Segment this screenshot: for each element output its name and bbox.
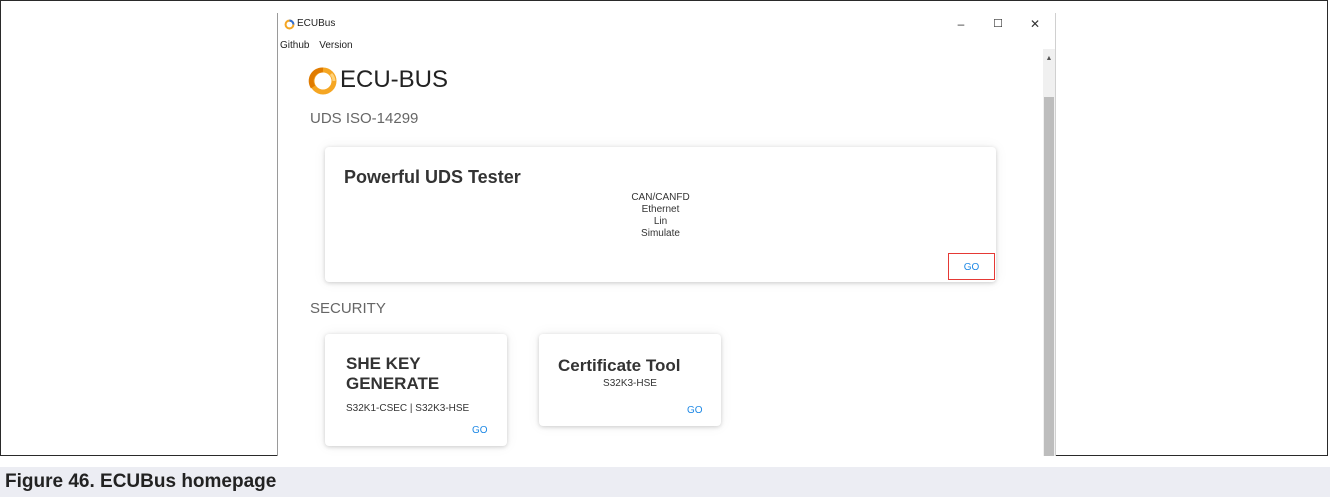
uds-go-button[interactable]: GO (948, 253, 995, 280)
menu-version[interactable]: Version (319, 40, 352, 51)
scroll-up-arrow-icon[interactable]: ▲ (1043, 51, 1055, 67)
title-bar: ECUBus – ☐ ✕ (278, 13, 1055, 35)
maximize-button[interactable]: ☐ (981, 13, 1015, 35)
feature-lin: Lin (653, 216, 668, 227)
certificate-tool-card: Certificate Tool S32K3-HSE GO (539, 334, 721, 426)
close-button[interactable]: ✕ (1018, 13, 1052, 35)
uds-tester-card: Powerful UDS Tester CAN/CANFD Ethernet L… (325, 147, 996, 282)
minimize-button[interactable]: – (944, 13, 978, 35)
app-logo-icon (284, 19, 295, 30)
she-go-button[interactable]: GO (472, 425, 488, 436)
she-title-line1: SHE KEY (346, 354, 421, 373)
ecu-bus-logo-icon (308, 67, 337, 95)
menu-bar: Github Version (280, 40, 360, 51)
she-card-title: SHE KEY GENERATE (346, 354, 439, 394)
app-window: ECUBus – ☐ ✕ Github Version ECU-BUS UDS … (277, 13, 1056, 456)
window-title: ECUBus (297, 18, 336, 29)
feature-ethernet: Ethernet (641, 204, 680, 215)
section-uds-title: UDS ISO-14299 (310, 110, 419, 127)
feature-simulate: Simulate (641, 228, 680, 239)
section-security-title: SECURITY (310, 300, 386, 317)
uds-feature-list: CAN/CANFD Ethernet Lin Simulate (325, 192, 996, 240)
uds-card-title: Powerful UDS Tester (344, 167, 521, 187)
vertical-scrollbar[interactable]: ▲ (1043, 49, 1055, 456)
she-title-line2: GENERATE (346, 374, 440, 393)
she-key-card: SHE KEY GENERATE S32K1-CSEC | S32K3-HSE … (325, 334, 507, 446)
brand-title: ECU-BUS (340, 66, 449, 93)
she-card-subtitle: S32K1-CSEC | S32K3-HSE (346, 403, 470, 414)
cert-card-title: Certificate Tool (558, 356, 681, 375)
figure-caption: Figure 46. ECUBus homepage (0, 467, 1330, 497)
menu-github[interactable]: Github (280, 40, 309, 51)
feature-can: CAN/CANFD (631, 192, 690, 203)
cert-go-button[interactable]: GO (687, 405, 703, 416)
scroll-thumb[interactable] (1044, 97, 1054, 456)
cert-card-subtitle: S32K3-HSE (603, 378, 657, 389)
